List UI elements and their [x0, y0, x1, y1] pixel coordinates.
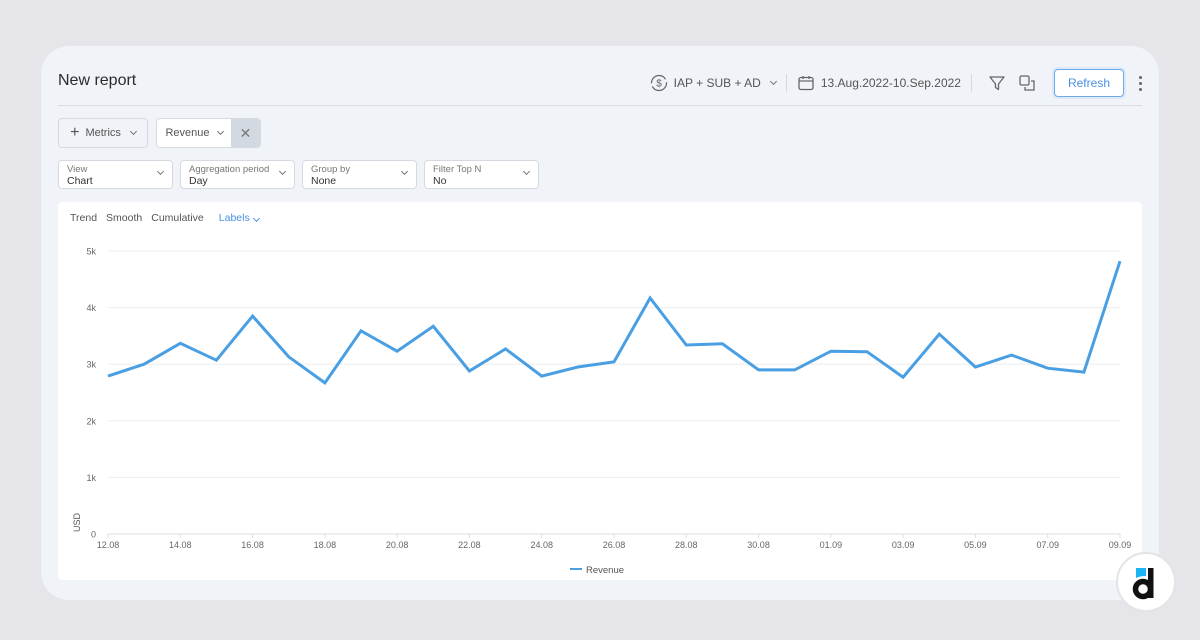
date-range-picker[interactable]: 13.Aug.2022-10.Sep.2022 [797, 74, 961, 92]
x-tick-label: 09.09 [1109, 540, 1132, 550]
revenue-line-chart: 0 1k 2k 3k 4k 5k USD 12.08 14.08 16.08 18.08 20.08 2… [72, 247, 1132, 577]
revenue-source-label: IAP + SUB + AD [673, 76, 761, 90]
x-tick-label: 18.08 [314, 540, 337, 550]
y-tick-label: 5k [86, 247, 96, 257]
aggregation-period-label: Aggregation period [189, 164, 270, 175]
x-tick-label: 20.08 [386, 540, 409, 550]
group-by-label: Group by [311, 164, 351, 175]
metrics-label: Metrics [85, 127, 121, 139]
report-card: New report $ IAP + SUB + AD 13.Aug.2022-… [41, 46, 1159, 600]
filter-top-n-value: No [433, 175, 447, 187]
svg-text:$: $ [656, 79, 662, 90]
x-tick-label: 07.09 [1036, 540, 1059, 550]
refresh-button[interactable]: Refresh [1053, 69, 1124, 97]
x-tick-label: 24.08 [530, 540, 553, 550]
toolbar: $ IAP + SUB + AD 13.Aug.2022-10.Sep.2022 [650, 68, 1142, 98]
x-tick-label: 28.08 [675, 540, 698, 550]
metric-chip-revenue: Revenue ✕ [156, 118, 261, 148]
y-tick-label: 1k [86, 473, 96, 483]
legend-label: Revenue [586, 565, 624, 576]
divider [785, 74, 787, 92]
chevron-down-icon [769, 77, 777, 86]
metric-chip-label: Revenue [165, 127, 210, 139]
y-tick-label: 2k [86, 416, 96, 426]
x-tick-label: 22.08 [458, 540, 481, 550]
y-tick-label: 3k [86, 360, 96, 370]
filter-top-n-select[interactable]: Filter Top N No [424, 160, 539, 189]
y-axis-label: USD [72, 512, 82, 532]
revenue-source-dropdown[interactable]: $ IAP + SUB + AD [650, 74, 777, 92]
chart-panel: Trend Smooth Cumulative Labels 0 1k 2k 3k 4k… [58, 202, 1142, 580]
metrics-row: + Metrics Revenue ✕ [58, 118, 261, 148]
filter-top-n-label: Filter Top N [433, 164, 482, 175]
x-tick-label: 30.08 [747, 540, 770, 550]
chevron-down-icon [129, 127, 137, 136]
x-tick-label: 26.08 [603, 540, 626, 550]
view-select[interactable]: View Chart [58, 160, 173, 189]
x-tick-label: 01.09 [820, 540, 843, 550]
y-tick-label: 0 [91, 530, 96, 540]
divider [970, 74, 972, 92]
aggregation-period-value: Day [189, 175, 208, 187]
view-select-label: View [67, 164, 88, 175]
x-tick-label: 03.09 [892, 540, 915, 550]
close-icon: ✕ [239, 124, 252, 141]
logo-icon [1132, 568, 1154, 600]
remove-metric-button[interactable]: ✕ [231, 119, 260, 147]
devtodev-logo [1116, 552, 1176, 612]
x-tick-label: 16.08 [241, 540, 264, 550]
date-range-label: 13.Aug.2022-10.Sep.2022 [820, 76, 961, 90]
more-options-icon[interactable] [1138, 75, 1142, 91]
compare-icon[interactable] [1018, 74, 1036, 92]
x-tick-label: 14.08 [169, 540, 192, 550]
x-tick-label: 05.09 [964, 540, 987, 550]
aggregation-period-select[interactable]: Aggregation period Day [180, 160, 295, 189]
report-settings: View Chart Aggregation period Day Group … [58, 160, 539, 189]
x-tick-label: 12.08 [97, 540, 120, 550]
dollar-circle-icon: $ [650, 74, 667, 92]
report-header: New report $ IAP + SUB + AD 13.Aug.2022-… [58, 46, 1142, 106]
chevron-down-icon [216, 127, 224, 136]
filter-icon[interactable] [988, 74, 1006, 92]
add-metrics-button[interactable]: + Metrics [58, 118, 148, 148]
metric-chip-dropdown[interactable]: Revenue [157, 119, 231, 147]
plus-icon: + [70, 124, 80, 141]
group-by-value: None [311, 175, 337, 187]
group-by-select[interactable]: Group by None [302, 160, 417, 189]
page-title: New report [58, 72, 137, 89]
view-select-value: Chart [67, 175, 93, 187]
calendar-icon [798, 76, 814, 91]
y-tick-label: 4k [86, 303, 96, 313]
